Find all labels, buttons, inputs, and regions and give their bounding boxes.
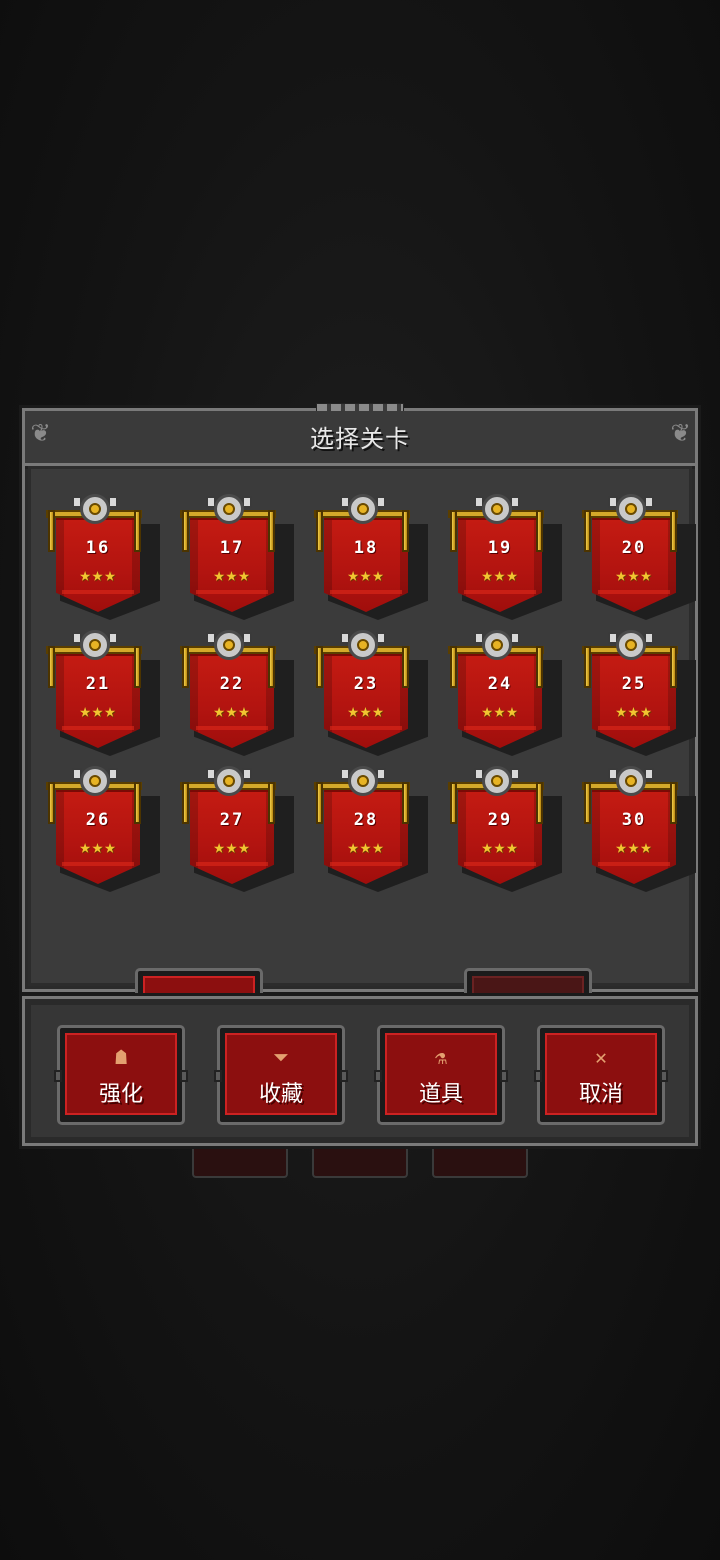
banner-post-left	[48, 510, 55, 552]
level-banner-29[interactable]: 29 ★★★	[444, 766, 578, 902]
level-banner-18[interactable]: 18 ★★★	[310, 494, 444, 630]
level-banner-17[interactable]: 17 ★★★	[176, 494, 310, 630]
action-label: 收藏	[258, 1082, 303, 1107]
action-label: 强化	[98, 1082, 143, 1107]
level-number: 28	[353, 810, 379, 830]
level-number: 29	[487, 810, 513, 830]
action-bar: ☗ 强化 ⏷ 收藏 ⚗ 道具 ✕ 取消	[19, 993, 701, 1149]
banner-post-left	[584, 782, 591, 824]
shield-emblem-icon	[214, 494, 244, 524]
level-banner-27[interactable]: 27 ★★★	[176, 766, 310, 902]
banner-post-left	[450, 782, 457, 824]
shield-emblem-icon	[80, 766, 110, 796]
level-banner-26[interactable]: 26 ★★★	[42, 766, 176, 902]
action-button-1[interactable]: ☗ 强化	[54, 1025, 188, 1125]
level-number: 22	[219, 674, 245, 694]
banner-post-left	[316, 782, 323, 824]
banner-post-left	[316, 510, 323, 552]
level-banner-19[interactable]: 19 ★★★	[444, 494, 578, 630]
banner-post-left	[182, 646, 189, 688]
level-number: 17	[219, 538, 245, 558]
trophy-icon: ⏷	[273, 1045, 289, 1069]
action-button-2[interactable]: ⏷ 收藏	[214, 1025, 348, 1125]
shield-emblem-icon	[214, 766, 244, 796]
level-stars: ★★★	[347, 700, 385, 722]
banner-post-left	[48, 782, 55, 824]
level-stars: ★★★	[79, 836, 117, 858]
level-number: 21	[85, 674, 111, 694]
level-stars: ★★★	[79, 564, 117, 586]
level-banner-16[interactable]: 16 ★★★	[42, 494, 176, 630]
banner-post-left	[316, 646, 323, 688]
banner-post-left	[182, 510, 189, 552]
potion-icon: ⚗	[434, 1045, 448, 1069]
level-banner-25[interactable]: 25 ★★★	[578, 630, 712, 766]
banner-post-left	[450, 646, 457, 688]
level-number: 18	[353, 538, 379, 558]
level-stars: ★★★	[481, 564, 519, 586]
banner-post-left	[584, 646, 591, 688]
level-number: 19	[487, 538, 513, 558]
level-stars: ★★★	[615, 836, 653, 858]
level-banner-20[interactable]: 20 ★★★	[578, 494, 712, 630]
level-stars: ★★★	[481, 836, 519, 858]
level-number: 27	[219, 810, 245, 830]
level-grid: 16 ★★★ 17 ★★★ 18 ★★★ 19 ★★★ 20 ★★★ 21 ★★★ 22 ★★★ 23 ★★★…	[42, 494, 712, 902]
level-stars: ★★★	[213, 564, 251, 586]
shield-emblem-icon	[80, 494, 110, 524]
shield-emblem-icon	[348, 630, 378, 660]
shield-emblem-icon	[616, 766, 646, 796]
shield-emblem-icon	[348, 766, 378, 796]
upgrade-icon: ☗	[114, 1045, 128, 1069]
level-stars: ★★★	[213, 836, 251, 858]
banner-post-left	[182, 782, 189, 824]
shield-emblem-icon	[482, 766, 512, 796]
level-stars: ★★★	[615, 564, 653, 586]
level-select-panel: ❦ ❦ 选择关卡 16 ★★★ 17 ★★★ 18 ★★★ 19 ★★★ 20 ★★★ 21 ★★★ 2…	[19, 403, 701, 1036]
level-stars: ★★★	[481, 700, 519, 722]
level-banner-22[interactable]: 22 ★★★	[176, 630, 310, 766]
level-number: 30	[621, 810, 647, 830]
level-number: 24	[487, 674, 513, 694]
shield-emblem-icon	[482, 630, 512, 660]
shield-emblem-icon	[214, 630, 244, 660]
close-icon: ✕	[594, 1045, 608, 1069]
action-button-4[interactable]: ✕ 取消	[534, 1025, 668, 1125]
dialog-title: 选择关卡	[310, 425, 410, 453]
shield-emblem-icon	[80, 630, 110, 660]
level-stars: ★★★	[79, 700, 117, 722]
banner-post-left	[584, 510, 591, 552]
level-stars: ★★★	[615, 700, 653, 722]
level-banner-30[interactable]: 30 ★★★	[578, 766, 712, 902]
level-stars: ★★★	[213, 700, 251, 722]
shield-emblem-icon	[616, 630, 646, 660]
banner-post-left	[450, 510, 457, 552]
action-label: 取消	[578, 1082, 623, 1107]
level-number: 26	[85, 810, 111, 830]
level-area: 16 ★★★ 17 ★★★ 18 ★★★ 19 ★★★ 20 ★★★ 21 ★★★ 22 ★★★ 23 ★★★…	[28, 466, 696, 1036]
shield-emblem-icon	[482, 494, 512, 524]
level-stars: ★★★	[347, 836, 385, 858]
shield-emblem-icon	[616, 494, 646, 524]
level-banner-28[interactable]: 28 ★★★	[310, 766, 444, 902]
level-number: 23	[353, 674, 379, 694]
banner-post-left	[48, 646, 55, 688]
level-number: 20	[621, 538, 647, 558]
level-stars: ★★★	[347, 564, 385, 586]
level-banner-21[interactable]: 21 ★★★	[42, 630, 176, 766]
action-button-3[interactable]: ⚗ 道具	[374, 1025, 508, 1125]
level-banner-24[interactable]: 24 ★★★	[444, 630, 578, 766]
action-label: 道具	[418, 1082, 463, 1107]
title-bar: ❦ ❦ 选择关卡	[25, 411, 695, 466]
level-banner-23[interactable]: 23 ★★★	[310, 630, 444, 766]
shield-emblem-icon	[348, 494, 378, 524]
level-number: 16	[85, 538, 111, 558]
level-number: 25	[621, 674, 647, 694]
